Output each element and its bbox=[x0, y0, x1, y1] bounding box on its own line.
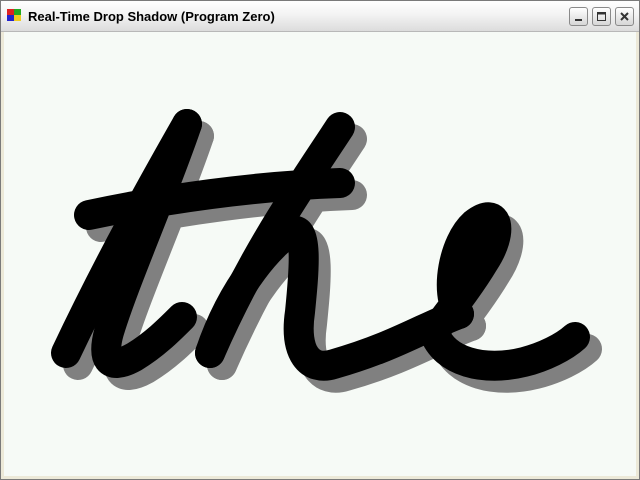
close-button[interactable] bbox=[615, 7, 634, 26]
drawing-canvas[interactable] bbox=[4, 32, 636, 476]
app-window: Real-Time Drop Shadow (Program Zero) bbox=[0, 0, 640, 480]
close-icon bbox=[620, 12, 629, 21]
window-title: Real-Time Drop Shadow (Program Zero) bbox=[28, 9, 275, 24]
title-bar[interactable]: Real-Time Drop Shadow (Program Zero) bbox=[1, 1, 639, 32]
minimize-button[interactable] bbox=[569, 7, 588, 26]
ink-drawing bbox=[51, 109, 602, 393]
maximize-icon bbox=[597, 12, 606, 21]
minimize-icon bbox=[575, 19, 582, 21]
app-window-icon[interactable] bbox=[7, 9, 23, 23]
maximize-button[interactable] bbox=[592, 7, 611, 26]
